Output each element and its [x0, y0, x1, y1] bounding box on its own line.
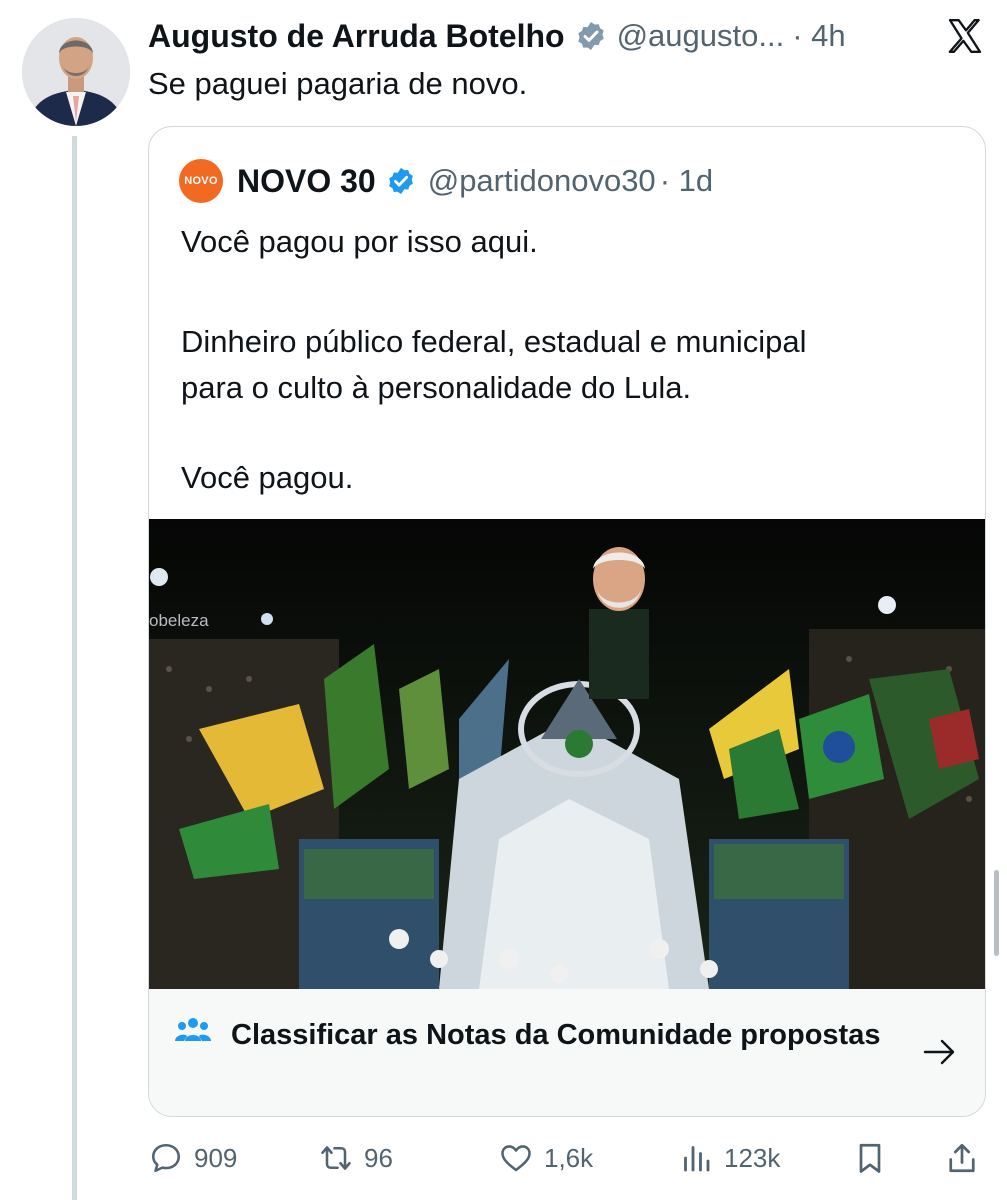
arrow-right-icon — [923, 1039, 955, 1065]
quoted-tweet-text-line: Você pagou. — [181, 460, 354, 495]
action-bar: 909 96 1,6k 123k — [148, 1136, 988, 1180]
bookmark-button[interactable] — [852, 1136, 888, 1180]
tweet[interactable]: Augusto de Arruda Botelho @augusto... · … — [0, 0, 1007, 1200]
reply-count: 909 — [194, 1142, 238, 1173]
scrollbar-thumb[interactable] — [994, 870, 999, 956]
views-button[interactable]: 123k — [678, 1136, 780, 1180]
heart-icon — [501, 1145, 531, 1172]
view-count: 123k — [724, 1142, 781, 1173]
like-count: 1,6k — [544, 1142, 594, 1173]
quoted-tweet-time[interactable]: · 1d — [660, 163, 713, 199]
author-handle[interactable]: @augusto... — [617, 18, 785, 54]
retweet-button[interactable]: 96 — [318, 1136, 393, 1180]
quoted-author-avatar[interactable]: NOVO — [179, 159, 223, 203]
author-avatar[interactable] — [22, 18, 130, 126]
verified-badge-icon — [577, 22, 604, 50]
verified-badge-icon — [388, 167, 413, 195]
share-button[interactable] — [944, 1136, 980, 1180]
quoted-tweet-header: NOVO NOVO 30 @partidonovo30 · 1d — [179, 159, 713, 203]
tweet-time[interactable]: · 4h — [792, 18, 845, 54]
community-notes-prompt[interactable]: Classificar as Notas da Comunidade propo… — [149, 989, 985, 1116]
retweet-count: 96 — [364, 1142, 393, 1173]
like-button[interactable]: 1,6k — [498, 1136, 593, 1180]
quoted-tweet-text-line: para o culto à personalidade do Lula. — [181, 370, 692, 405]
retweet-icon — [321, 1146, 351, 1170]
x-logo-icon — [948, 19, 982, 53]
views-bars-icon — [684, 1146, 710, 1172]
reply-button[interactable]: 909 — [148, 1136, 237, 1180]
reply-bubble-icon — [151, 1143, 181, 1173]
quoted-tweet-text-line: Dinheiro público federal, estadual e mun… — [181, 324, 807, 359]
quoted-tweet-card[interactable]: NOVO NOVO 30 @partidonovo30 · 1d Você pa… — [148, 126, 986, 1117]
quoted-author-name[interactable]: NOVO 30 — [237, 163, 376, 200]
bookmark-icon — [859, 1143, 881, 1173]
share-icon — [949, 1143, 975, 1173]
quoted-tweet-media[interactable]: obeleza — [149, 519, 985, 989]
quoted-author-handle[interactable]: @partidonovo30 — [428, 163, 656, 199]
community-notes-label: Classificar as Notas da Comunidade propo… — [231, 1019, 881, 1051]
thread-line — [72, 136, 77, 1200]
quoted-tweet-text-line: Você pagou por isso aqui. — [181, 224, 538, 259]
community-notes-people-icon — [175, 1018, 211, 1041]
author-name[interactable]: Augusto de Arruda Botelho — [148, 18, 565, 55]
tweet-text: Se paguei pagaria de novo. — [148, 66, 528, 101]
media-watermark: obeleza — [149, 611, 209, 630]
tweet-header: Augusto de Arruda Botelho @augusto... · … — [148, 14, 999, 58]
